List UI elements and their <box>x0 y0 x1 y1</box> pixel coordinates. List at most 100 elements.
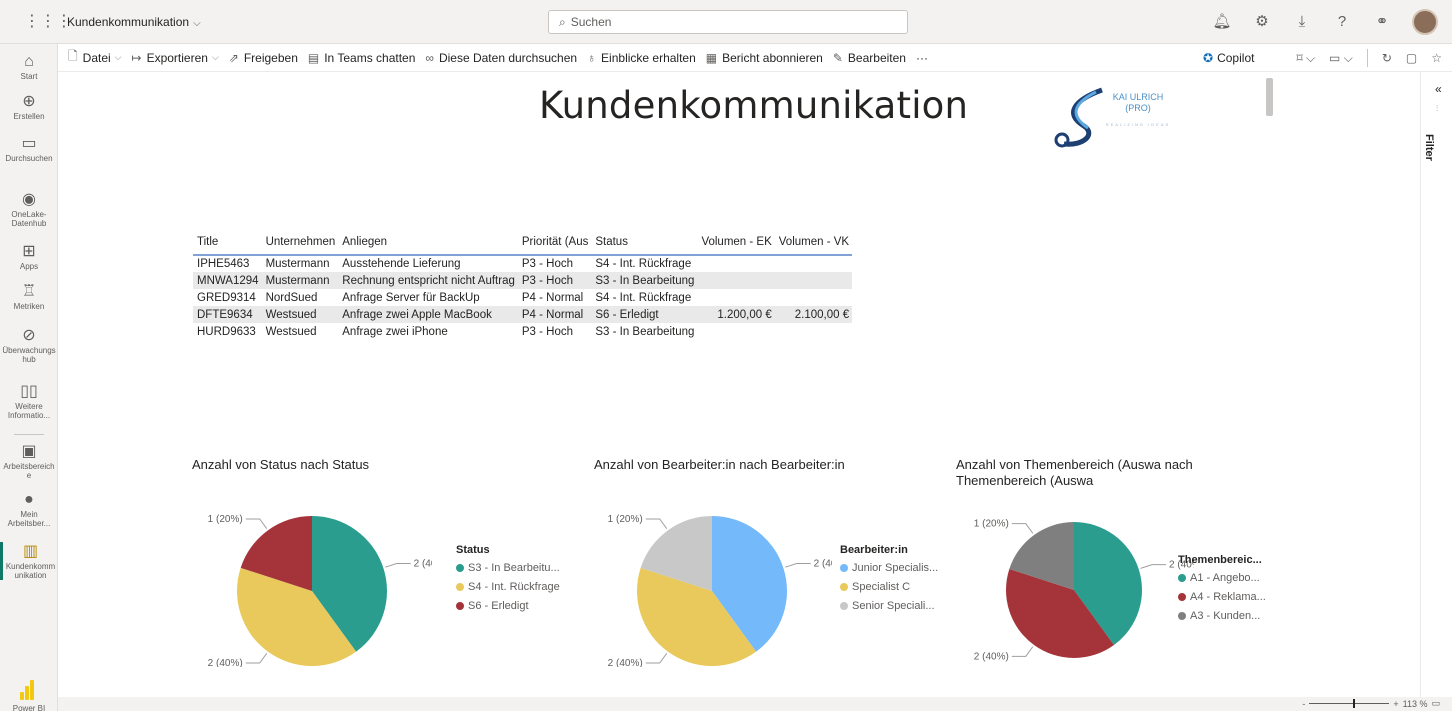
pie-chart-bearbeiter[interactable]: 2 (40%) 2 (40%) 1 (20%) <box>592 497 832 667</box>
bookmark-icon[interactable]: ⌑ ⌵ <box>1296 51 1315 66</box>
search-input[interactable]: ⌕ Suchen <box>548 10 908 34</box>
legend-label: A3 - Kunden... <box>1190 610 1261 622</box>
zoom-in-icon[interactable]: + <box>1393 699 1398 709</box>
col-header[interactable]: Status <box>591 232 698 256</box>
download-icon[interactable]: ⤓ <box>1292 10 1312 34</box>
einblicke-button[interactable]: ♁ Einblicke erhalten <box>587 51 696 65</box>
more-button[interactable]: ··· <box>916 51 928 65</box>
share-icon[interactable]: ⚭ <box>1372 10 1392 34</box>
nav-durchsuchen[interactable]: ▭ Durchsuchen <box>0 134 58 163</box>
copilot-button[interactable]: ✪ Copilot <box>1203 51 1254 65</box>
exportieren-button[interactable]: ↦ Exportieren ⌵ <box>132 51 219 65</box>
nav-arbeitsbereiche[interactable]: ▣ Arbeitsbereiche <box>0 442 58 480</box>
col-header[interactable]: Title <box>193 232 262 256</box>
nav-mein-arbeitsbereich[interactable]: ● Mein Arbeitsber... <box>0 490 58 528</box>
gear-icon[interactable]: ⚙ <box>1252 10 1272 34</box>
col-header[interactable]: Anliegen <box>338 232 518 256</box>
col-header[interactable]: Volumen - VK <box>774 232 853 256</box>
datei-button[interactable]: 🗋︎ Datei ⌵ <box>68 47 122 68</box>
exportieren-label: Exportieren <box>146 50 208 65</box>
data-label: 1 (20%) <box>208 514 243 525</box>
favorite-icon[interactable]: ☆ <box>1431 51 1442 65</box>
legend-item[interactable]: A1 - Angebo... <box>1178 572 1266 584</box>
search-placeholder: Suchen <box>570 15 612 29</box>
table-cell <box>775 255 852 272</box>
bell-icon[interactable]: 🔔︎ <box>1212 10 1232 34</box>
table-row[interactable]: GRED9314 NordSued Anfrage Server für Bac… <box>193 289 852 306</box>
app-launcher-icon[interactable]: ⋮⋮⋮ <box>24 13 72 31</box>
refresh-icon[interactable]: ↻ <box>1382 51 1392 65</box>
copilot-icon: ✪ <box>1203 51 1214 65</box>
zoom-knob[interactable] <box>1353 699 1356 708</box>
legend-item[interactable]: S6 - Erledigt <box>456 600 560 612</box>
visual-scrollbar[interactable] <box>1266 78 1273 116</box>
zoom-control[interactable]: - + 113 % ▭ <box>1302 698 1440 709</box>
nav-start[interactable]: ⌂ Start <box>0 52 58 81</box>
more-label: ··· <box>915 50 928 65</box>
nav-kundenkommunikation[interactable]: ▥ Kundenkommunikation <box>0 542 58 580</box>
teams-button[interactable]: ▤ In Teams chatten <box>308 51 416 65</box>
view-icon[interactable]: ▭ ⌵ <box>1329 51 1353 66</box>
legend-title: Themenbereic... <box>1178 554 1262 566</box>
apps-icon: ⊞ <box>22 243 36 260</box>
legend-label: Junior Specialis... <box>852 562 939 574</box>
legend-item[interactable]: Senior Speciali... <box>840 600 938 612</box>
pie-chart-status[interactable]: 2 (40%) 2 (40%) 1 (20%) <box>192 497 432 667</box>
book-icon: ▯▯ <box>20 383 38 400</box>
nav-metriken[interactable]: ♖ Metriken <box>0 282 58 311</box>
legend-item[interactable]: Specialist C <box>840 581 938 593</box>
legend-label: A1 - Angebo... <box>1190 572 1260 584</box>
zoom-slider[interactable] <box>1309 699 1390 708</box>
abonnieren-button[interactable]: ▦ Bericht abonnieren <box>706 51 823 65</box>
legend-dot-icon <box>456 583 464 591</box>
table-row[interactable]: DFTE9634 Westsued Anfrage zwei Apple Mac… <box>193 306 853 323</box>
col-header[interactable]: Volumen - EK <box>697 232 775 256</box>
nav-label: Mein Arbeitsber... <box>7 510 51 528</box>
legend-label: Senior Speciali... <box>852 600 935 612</box>
trophy-icon: ♖ <box>21 283 37 300</box>
legend-item[interactable]: Junior Specialis... <box>840 562 938 574</box>
table-cell <box>697 289 774 306</box>
table-row[interactable]: HURD9633 Westsued Anfrage zwei iPhone P3… <box>193 323 852 340</box>
data-label: 2 (40%) <box>608 658 643 667</box>
nav-erstellen[interactable]: ⊕ Erstellen <box>0 92 58 121</box>
comment-icon[interactable]: ▢ <box>1406 51 1417 65</box>
help-icon[interactable]: ? <box>1332 10 1352 34</box>
legend-item[interactable]: A3 - Kunden... <box>1178 610 1266 622</box>
col-header[interactable]: Priorität (Aus <box>517 232 592 256</box>
nav-label: Kundenkommunikation <box>5 562 56 580</box>
table-cell <box>775 289 852 306</box>
nav-apps[interactable]: ⊞ Apps <box>0 242 58 271</box>
collapse-icon[interactable]: « <box>1435 82 1442 96</box>
table-cell <box>697 323 774 340</box>
user-avatar[interactable] <box>1412 9 1438 35</box>
filter-pane[interactable]: « ⫶ Filter <box>1420 72 1452 697</box>
bearbeiten-label: Bearbeiten <box>847 50 906 65</box>
fit-page-icon[interactable]: ▭ <box>1431 698 1440 709</box>
nav-onelake[interactable]: ◉ OneLake-Datenhub <box>0 190 58 228</box>
zoom-out-icon[interactable]: - <box>1302 699 1305 709</box>
powerbi-logo <box>20 680 38 700</box>
bearbeiten-button[interactable]: ✎ Bearbeiten <box>833 51 906 65</box>
nav-weitere[interactable]: ▯▯ Weitere Informatio... <box>0 382 58 420</box>
top-bar: ⋮⋮⋮ Kundenkommunikation ⌵ ⌕ Suchen 🔔︎ ⚙ ⤓ … <box>0 0 1452 44</box>
abonnieren-label: Bericht abonnieren <box>722 50 823 65</box>
nav-ueberwachung[interactable]: ⊘ Überwachungshub <box>0 326 58 364</box>
table-cell: Westsued <box>261 306 339 323</box>
data-label: 2 (40%) <box>208 658 243 667</box>
legend-item[interactable]: A4 - Reklama... <box>1178 591 1266 603</box>
table-row[interactable]: IPHE5463 Mustermann Ausstehende Lieferun… <box>193 255 852 272</box>
chart-title-status: Anzahl von Status nach Status <box>192 457 370 472</box>
legend-item[interactable]: S4 - Int. Rückfrage <box>456 581 560 593</box>
table-row[interactable]: MNWA1294 Mustermann Rechnung entspricht … <box>193 272 853 289</box>
table-cell: P4 - Normal <box>517 306 592 323</box>
freigeben-button[interactable]: ⇗ Freigeben <box>229 51 298 65</box>
pie-chart-themenbereich[interactable]: 2 (40%)2 (40%)1 (20%) <box>954 502 1194 682</box>
workspace-selector[interactable]: Kundenkommunikation ⌵ <box>67 15 201 29</box>
plus-circle-icon: ⊕ <box>22 93 36 110</box>
report-icon: ▥ <box>22 543 39 560</box>
leader-line <box>1011 646 1034 657</box>
durchsuchen-button[interactable]: ∞ Diese Daten durchsuchen <box>425 51 577 65</box>
col-header[interactable]: Unternehmen <box>261 232 339 256</box>
legend-item[interactable]: S3 - In Bearbeitu... <box>456 562 560 574</box>
